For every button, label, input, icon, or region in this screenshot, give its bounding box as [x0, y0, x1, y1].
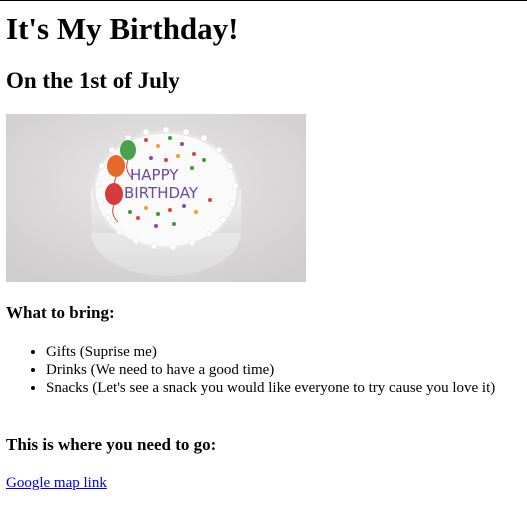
cake-text-happy: HAPPY: [130, 166, 179, 184]
list-item: Drinks (We need to have a good time): [46, 361, 516, 379]
list-item: Snacks (Let's see a snack you would like…: [46, 379, 516, 397]
google-map-link[interactable]: Google map link: [6, 474, 107, 492]
page-title: It's My Birthday!: [6, 11, 239, 46]
birthday-cake-image: HAPPY BIRTHDAY: [6, 114, 306, 282]
what-to-bring-heading: What to bring:: [6, 303, 115, 322]
location-heading: This is where you need to go:: [6, 435, 217, 454]
bring-list: Gifts (Suprise me) Drinks (We need to ha…: [6, 343, 516, 397]
page-subtitle: On the 1st of July: [6, 68, 180, 93]
cake-text-birthday: BIRTHDAY: [124, 184, 199, 202]
list-item: Gifts (Suprise me): [46, 343, 516, 361]
